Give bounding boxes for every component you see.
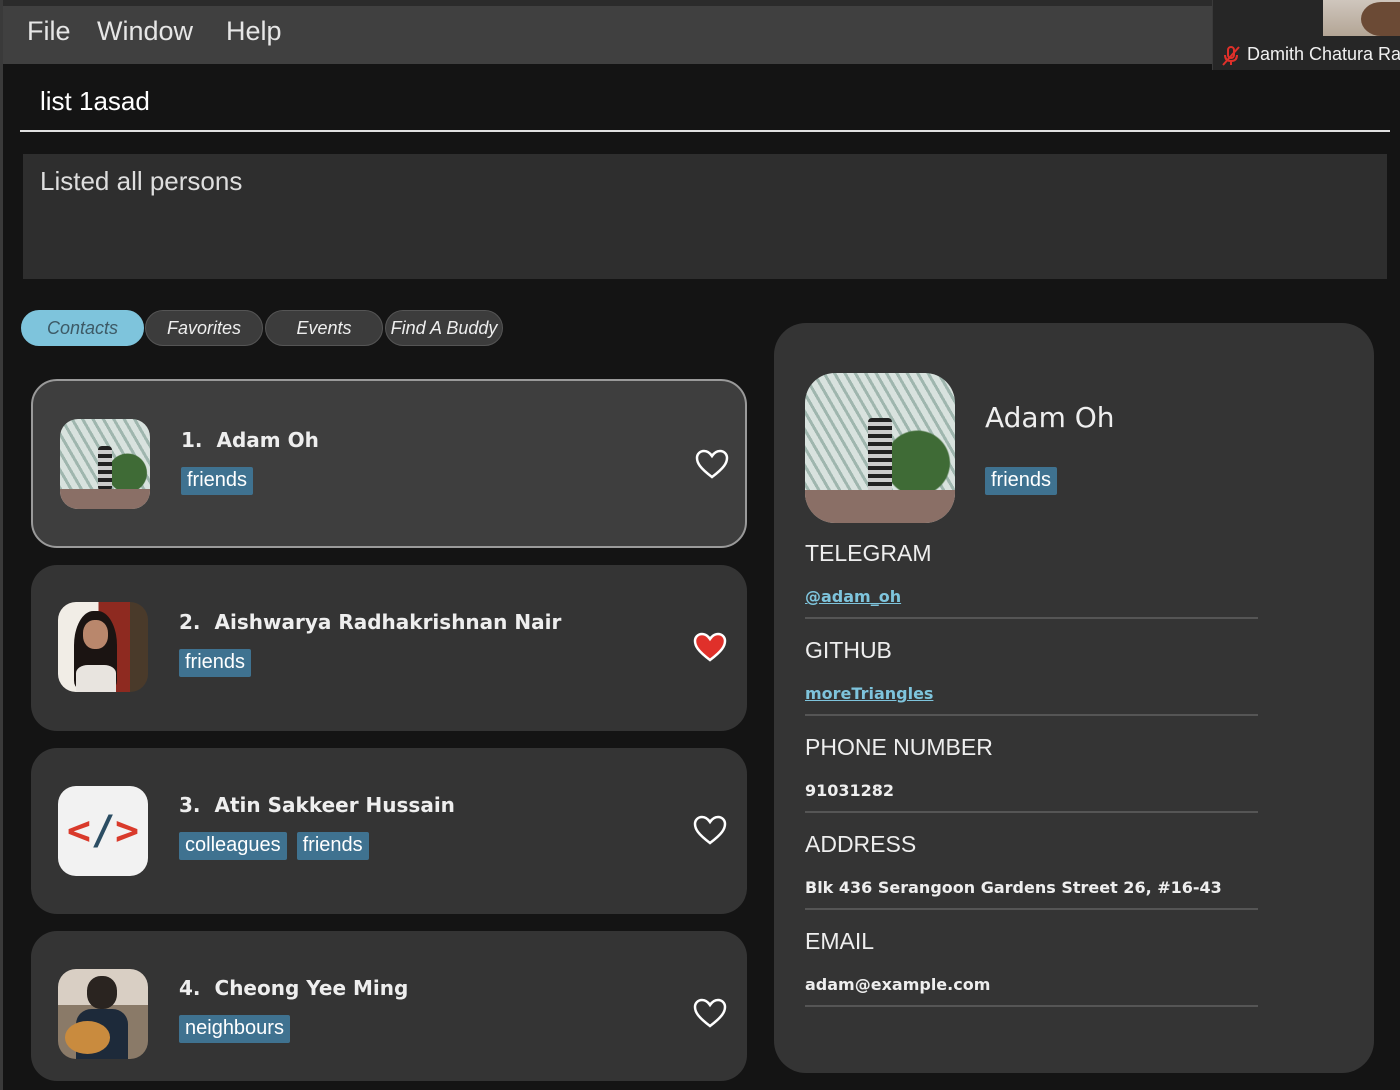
result-display: Listed all persons	[23, 154, 1387, 279]
address-label: ADDRESS	[805, 831, 917, 857]
divider	[805, 1005, 1258, 1007]
tag-list: colleagues friends	[179, 832, 369, 860]
detail-tag-list: friends	[985, 467, 1058, 495]
avatar	[60, 419, 150, 509]
email-label: EMAIL	[805, 928, 875, 954]
contact-name: 3. Atin Sakkeer Hussain	[179, 793, 455, 817]
window-left-edge	[0, 0, 3, 1090]
avatar	[58, 969, 148, 1059]
muted-mic-icon	[1222, 46, 1240, 66]
contact-card[interactable]: 2. Aishwarya Radhakrishnan Nair friends	[31, 565, 747, 731]
contact-card[interactable]: 1. Adam Oh friends	[31, 379, 747, 548]
tab-find-a-buddy[interactable]: Find A Buddy	[385, 310, 503, 346]
tag: friends	[181, 467, 254, 495]
tag: friends	[296, 832, 369, 860]
heart-outline-icon[interactable]	[695, 449, 729, 479]
participant-name: Damith Chatura Ra	[1247, 44, 1400, 64]
tag-list: neighbours	[179, 1015, 290, 1043]
tag-list: friends	[181, 467, 254, 495]
command-box	[20, 74, 1390, 132]
zoom-participant-overlay: Damith Chatura Ra	[1212, 0, 1400, 70]
result-message: Listed all persons	[40, 166, 243, 196]
command-input[interactable]	[40, 86, 1340, 117]
tab-contacts[interactable]: Contacts	[21, 310, 144, 346]
contact-detail-panel: Adam Oh friends TELEGRAM @adam_oh GITHUB…	[774, 323, 1374, 1073]
divider	[805, 811, 1258, 813]
contact-name: 4. Cheong Yee Ming	[179, 976, 409, 1000]
divider	[805, 908, 1258, 910]
divider	[805, 714, 1258, 716]
contact-card[interactable]: 4. Cheong Yee Ming neighbours	[31, 931, 747, 1081]
participant-face	[1361, 2, 1400, 36]
tag: neighbours	[179, 1015, 290, 1043]
contact-name: 1. Adam Oh	[181, 428, 319, 452]
tag: friends	[985, 467, 1058, 495]
telegram-link[interactable]: @adam_oh	[805, 587, 901, 606]
tag: friends	[179, 649, 252, 677]
menu-file[interactable]: File	[27, 16, 71, 47]
tab-events[interactable]: Events	[265, 310, 383, 346]
heart-filled-icon[interactable]	[693, 632, 727, 662]
detail-name: Adam Oh	[985, 401, 1115, 434]
address-value: Blk 436 Serangoon Gardens Street 26, #16…	[805, 878, 1222, 897]
detail-avatar	[805, 373, 955, 523]
avatar	[58, 602, 148, 692]
github-label: GITHUB	[805, 637, 892, 663]
code-icon: < / >	[58, 786, 148, 876]
tag-list: friends	[179, 649, 252, 677]
github-link[interactable]: moreTriangles	[805, 684, 933, 703]
telegram-label: TELEGRAM	[805, 540, 932, 566]
contact-card[interactable]: < / > 3. Atin Sakkeer Hussain colleagues fr…	[31, 748, 747, 914]
tab-favorites[interactable]: Favorites	[145, 310, 263, 346]
menu-window[interactable]: Window	[97, 16, 193, 47]
divider	[805, 617, 1258, 619]
phone-label: PHONE NUMBER	[805, 734, 993, 760]
contact-name: 2. Aishwarya Radhakrishnan Nair	[179, 610, 562, 634]
menu-help[interactable]: Help	[226, 16, 282, 47]
phone-value: 91031282	[805, 781, 895, 800]
tag: colleagues	[179, 832, 287, 860]
menu-bar: File Window Help	[3, 0, 1400, 64]
heart-outline-icon[interactable]	[693, 815, 727, 845]
email-value: adam@example.com	[805, 975, 991, 994]
heart-outline-icon[interactable]	[693, 998, 727, 1028]
